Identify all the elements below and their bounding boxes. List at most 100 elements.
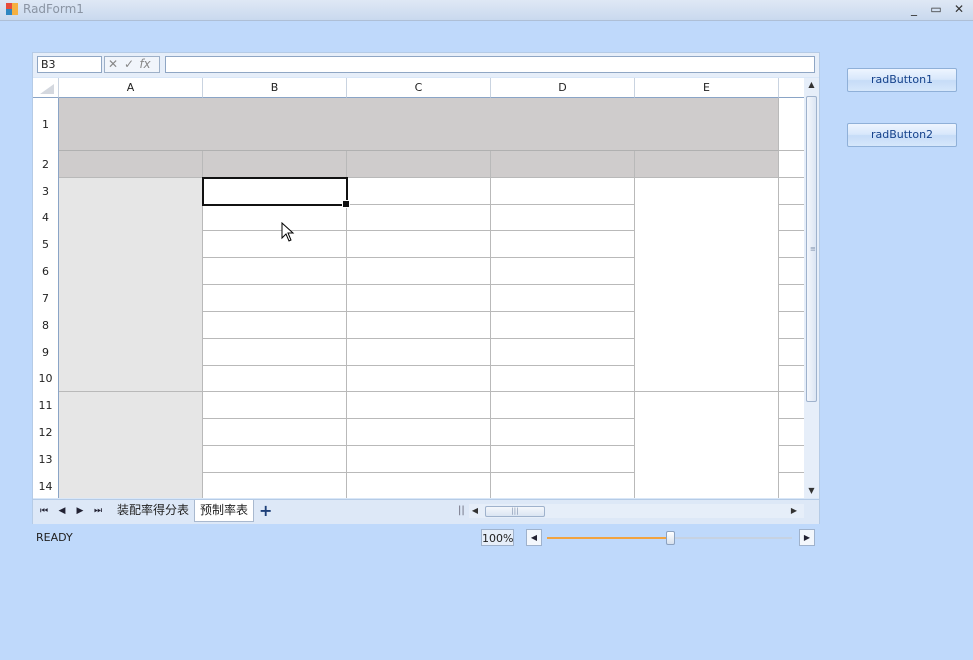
row-header-1[interactable]: 1 — [33, 98, 59, 151]
maximize-icon[interactable]: ▭ — [926, 1, 946, 18]
cell-f5[interactable] — [779, 231, 804, 258]
enter-icon[interactable]: ✓ — [121, 57, 137, 72]
rad-button-1[interactable]: radButton1 — [847, 68, 957, 92]
cell-f3[interactable] — [779, 178, 804, 205]
cell-c12[interactable] — [347, 419, 491, 446]
cell-grid[interactable]: A B C D E 1 2 3 4 5 6 7 8 9 10 11 12 13 14 — [33, 78, 804, 498]
cell-f12[interactable] — [779, 419, 804, 446]
tab-splitter[interactable]: || — [458, 505, 465, 516]
zoom-thumb[interactable] — [665, 531, 675, 545]
cell-d12[interactable] — [491, 419, 635, 446]
cell-e2[interactable] — [635, 151, 779, 178]
cell-b12[interactable] — [203, 419, 347, 446]
row-header-10[interactable]: 10 — [33, 366, 59, 392]
cell-f1[interactable] — [779, 98, 804, 151]
cell-f10[interactable] — [779, 366, 804, 392]
cell-b6[interactable] — [203, 258, 347, 285]
zoom-out-icon[interactable]: ◀ — [526, 529, 542, 546]
cell-d4[interactable] — [491, 205, 635, 231]
cell-c2[interactable] — [347, 151, 491, 178]
column-header-f[interactable] — [779, 78, 804, 98]
column-header-d[interactable]: D — [491, 78, 635, 98]
cell-b8[interactable] — [203, 312, 347, 339]
row-header-6[interactable]: 6 — [33, 258, 59, 285]
cell-c7[interactable] — [347, 285, 491, 312]
cell-a2[interactable] — [59, 151, 203, 178]
row-header-7[interactable]: 7 — [33, 285, 59, 312]
cell-c8[interactable] — [347, 312, 491, 339]
cell-b2[interactable] — [203, 151, 347, 178]
cell-c9[interactable] — [347, 339, 491, 366]
last-sheet-icon[interactable]: ⏭ — [91, 506, 105, 516]
fx-icon[interactable]: fx — [137, 57, 153, 72]
merged-cell-e11-e14[interactable] — [635, 392, 779, 498]
close-icon[interactable]: ✕ — [949, 1, 969, 18]
prev-sheet-icon[interactable]: ◀ — [55, 506, 69, 516]
cell-f9[interactable] — [779, 339, 804, 366]
first-sheet-icon[interactable]: ⏮ — [37, 506, 51, 516]
cell-d11[interactable] — [491, 392, 635, 419]
cell-d8[interactable] — [491, 312, 635, 339]
cell-c6[interactable] — [347, 258, 491, 285]
cell-f8[interactable] — [779, 312, 804, 339]
rad-button-2[interactable]: radButton2 — [847, 123, 957, 147]
fill-handle[interactable] — [342, 200, 350, 208]
cell-d5[interactable] — [491, 231, 635, 258]
row-header-8[interactable]: 8 — [33, 312, 59, 339]
sheet-tab[interactable]: 装配率得分表 — [112, 500, 194, 521]
zoom-slider[interactable] — [547, 531, 792, 545]
scroll-up-icon[interactable]: ▲ — [804, 78, 819, 92]
cell-b10[interactable] — [203, 366, 347, 392]
row-header-5[interactable]: 5 — [33, 231, 59, 258]
sheet-tab-active[interactable]: 预制率表 — [194, 500, 255, 522]
minimize-icon[interactable]: _ — [904, 1, 924, 18]
name-box[interactable]: B3 — [37, 56, 102, 73]
cell-f4[interactable] — [779, 205, 804, 231]
merged-cell-e3-e10[interactable] — [635, 178, 779, 392]
cell-b7[interactable] — [203, 285, 347, 312]
zoom-in-icon[interactable]: ▶ — [799, 529, 815, 546]
cell-b5[interactable] — [203, 231, 347, 258]
cell-c4[interactable] — [347, 205, 491, 231]
horizontal-scroll-thumb[interactable]: ||| — [485, 506, 545, 517]
cell-d7[interactable] — [491, 285, 635, 312]
cell-b14[interactable] — [203, 473, 347, 498]
row-header-3[interactable]: 3 — [33, 178, 59, 205]
column-header-b[interactable]: B — [203, 78, 347, 98]
merged-cell-a3-a10[interactable] — [59, 178, 203, 392]
cell-d10[interactable] — [491, 366, 635, 392]
cell-f7[interactable] — [779, 285, 804, 312]
cell-b3[interactable] — [202, 177, 348, 206]
merged-cell-a11-a14[interactable] — [59, 392, 203, 498]
cell-c10[interactable] — [347, 366, 491, 392]
scroll-down-icon[interactable]: ▼ — [804, 484, 819, 498]
row-header-13[interactable]: 13 — [33, 446, 59, 473]
cell-c5[interactable] — [347, 231, 491, 258]
horizontal-scrollbar[interactable]: ◀ ||| ▶ — [469, 504, 804, 518]
cell-d9[interactable] — [491, 339, 635, 366]
cell-f14[interactable] — [779, 473, 804, 498]
cell-c3[interactable] — [347, 178, 491, 205]
column-header-a[interactable]: A — [59, 78, 203, 98]
scroll-right-icon[interactable]: ▶ — [788, 504, 800, 518]
merged-cell-a1-e1[interactable] — [59, 98, 779, 151]
select-all-corner[interactable] — [33, 78, 59, 98]
cell-f2[interactable] — [779, 151, 804, 178]
vertical-scrollbar[interactable]: ▲ ≡ ▼ — [804, 78, 819, 498]
cell-b13[interactable] — [203, 446, 347, 473]
row-header-2[interactable]: 2 — [33, 151, 59, 178]
cell-c14[interactable] — [347, 473, 491, 498]
scroll-left-icon[interactable]: ◀ — [469, 504, 481, 518]
cell-d3[interactable] — [491, 178, 635, 205]
column-header-e[interactable]: E — [635, 78, 779, 98]
row-header-14[interactable]: 14 — [33, 473, 59, 498]
vertical-scroll-thumb[interactable]: ≡ — [806, 96, 817, 402]
cell-f11[interactable] — [779, 392, 804, 419]
cell-f13[interactable] — [779, 446, 804, 473]
cell-b11[interactable] — [203, 392, 347, 419]
row-header-12[interactable]: 12 — [33, 419, 59, 446]
cell-d14[interactable] — [491, 473, 635, 498]
row-header-9[interactable]: 9 — [33, 339, 59, 366]
column-header-c[interactable]: C — [347, 78, 491, 98]
cell-d6[interactable] — [491, 258, 635, 285]
